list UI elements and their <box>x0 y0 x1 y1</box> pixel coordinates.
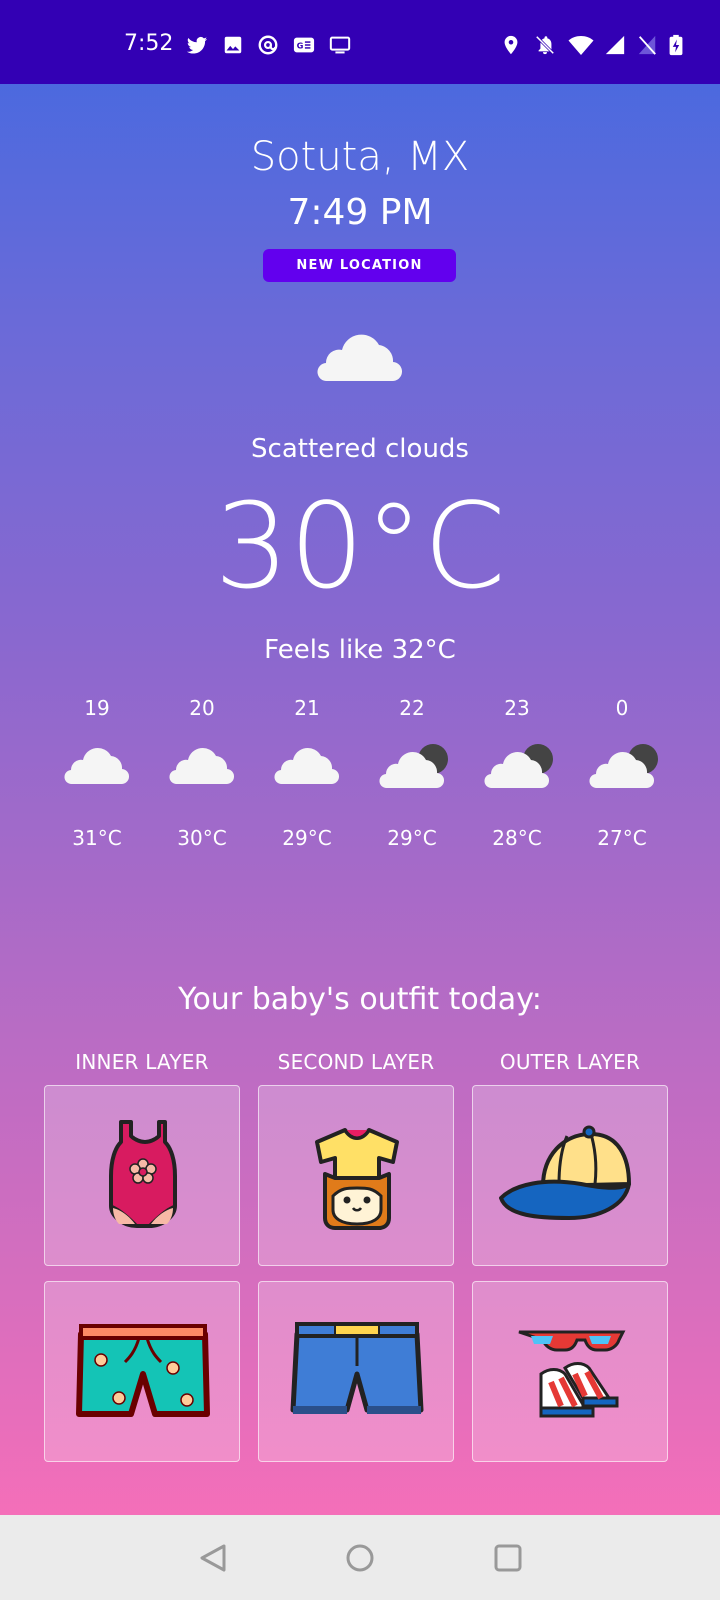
feels-like: Feels like 32°C <box>264 635 456 665</box>
signal-icon <box>605 35 625 55</box>
translate-icon: G <box>293 37 315 53</box>
hourly-item: 0 27°C <box>572 692 672 872</box>
outfit-title: Your baby's outfit today: <box>178 982 542 1017</box>
hour-temperature: 30°C <box>177 826 227 850</box>
inner-layer-label: INNER LAYER <box>75 1050 209 1074</box>
sunglasses-sandals-icon <box>518 1330 626 1418</box>
svg-text:G: G <box>297 41 304 51</box>
hour-temperature: 27°C <box>597 826 647 850</box>
city-name: Sotuta, MX <box>250 134 470 180</box>
hour-temperature: 31°C <box>72 826 122 850</box>
outfit-tile-second-top[interactable] <box>258 1085 454 1266</box>
back-icon[interactable] <box>192 1536 236 1580</box>
outfit-tile-outer-bottom[interactable] <box>472 1281 668 1462</box>
hourly-item: 22 29°C <box>362 692 462 872</box>
recents-icon[interactable] <box>486 1536 530 1580</box>
hour-label: 21 <box>294 696 320 720</box>
wifi-icon <box>568 36 594 55</box>
cloud-night-icon <box>484 744 553 789</box>
status-time: 7:52 <box>124 31 174 56</box>
hour-temperature: 28°C <box>492 826 542 850</box>
swim-shorts-icon <box>76 1324 210 1417</box>
notifications-off-icon <box>535 35 555 55</box>
hour-label: 23 <box>504 696 530 720</box>
bodysuit-icon <box>109 1120 177 1228</box>
hour-label: 0 <box>615 696 629 720</box>
app-screen: 7:52 G Sotuta, MX 7:49 PM NEW LOCATION S… <box>0 0 720 1600</box>
hourly-item: 21 29°C <box>257 692 357 872</box>
hour-label: 20 <box>189 696 215 720</box>
hour-label: 19 <box>84 696 110 720</box>
monitor-icon <box>329 36 351 54</box>
outfit-tile-outer-top[interactable] <box>472 1085 668 1266</box>
no-sim-icon <box>638 35 656 55</box>
weather-description: Scattered clouds <box>251 434 469 464</box>
hour-temperature: 29°C <box>282 826 332 850</box>
outer-layer-label: OUTER LAYER <box>499 1050 641 1074</box>
cloud-night-icon <box>589 744 658 789</box>
cloud-icon <box>64 747 130 785</box>
hourly-item: 23 28°C <box>467 692 567 872</box>
outfit-tile-inner-bottom[interactable] <box>44 1281 240 1462</box>
hourly-item: 20 30°C <box>152 692 252 872</box>
current-temperature: 30°C <box>214 477 506 615</box>
at-sign-icon <box>258 35 278 55</box>
outfit-tile-inner-top[interactable] <box>44 1085 240 1266</box>
battery-charging-icon <box>669 34 683 56</box>
new-location-button[interactable]: NEW LOCATION <box>263 249 456 282</box>
cloud-icon <box>169 747 235 785</box>
local-time: 7:49 PM <box>287 192 433 233</box>
cloud-night-icon <box>379 744 448 789</box>
image-icon <box>224 36 242 54</box>
tshirt-icon <box>315 1128 399 1230</box>
navigation-bar <box>0 1515 720 1600</box>
status-bar: 7:52 G <box>0 0 720 84</box>
cloud-icon <box>274 747 340 785</box>
cloud-icon <box>317 334 403 382</box>
home-icon[interactable] <box>338 1536 382 1580</box>
denim-shorts-icon <box>290 1322 424 1414</box>
location-icon <box>504 35 518 55</box>
second-layer-label: SECOND LAYER <box>277 1050 435 1074</box>
weather-content: Sotuta, MX 7:49 PM NEW LOCATION Scattere… <box>0 84 720 1515</box>
cap-icon <box>499 1125 631 1220</box>
twitter-icon <box>186 37 208 54</box>
outfit-tile-second-bottom[interactable] <box>258 1281 454 1462</box>
hour-label: 22 <box>399 696 425 720</box>
hourly-item: 19 31°C <box>47 692 147 872</box>
hour-temperature: 29°C <box>387 826 437 850</box>
